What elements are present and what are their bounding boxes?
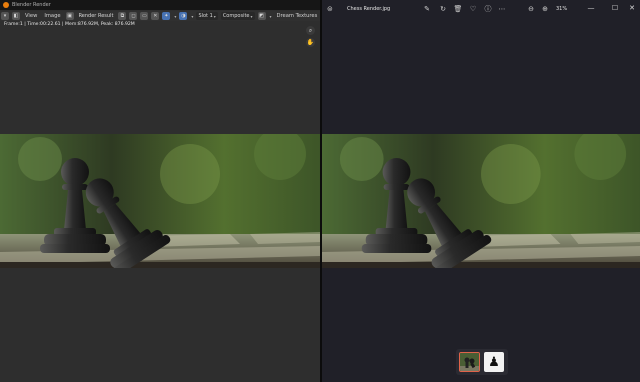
image-editor-header: ▾ ◧ View Image ▣ Render Result ⧉ ◻ ▭ ✕ ✦…: [0, 11, 320, 21]
chevron-down-icon[interactable]: ▾: [174, 14, 176, 19]
menu-image[interactable]: Image: [42, 12, 62, 20]
chevron-down-icon: ▾: [213, 13, 216, 19]
chevron-down-icon: ▾: [250, 13, 253, 19]
render-image: [0, 134, 320, 268]
thumbnail-pawn[interactable]: ♟: [484, 352, 504, 372]
filmstrip: ♟: [456, 349, 508, 375]
chess-photo-picture: [322, 134, 640, 268]
render-stats: Frame:1 | Time:00:22.61 | Mem:876.92M, P…: [4, 22, 135, 27]
slot-dropdown[interactable]: Slot 1 ▾: [196, 12, 218, 20]
alpha-display-icon[interactable]: ◩: [257, 12, 266, 20]
dream-textures-tab[interactable]: Dream Textures: [275, 12, 320, 20]
pawn-icon: ♟: [488, 354, 500, 370]
more-icon[interactable]: ⋯: [497, 4, 507, 14]
photos-title-bar: ⊜ Chess Render.jpg ✎ ↻ 🗑 ♡ ⓘ ⋯ ⊖ ⊕ 31% —…: [322, 0, 640, 18]
view-mode-icon[interactable]: ◧: [12, 12, 20, 20]
pass-dropdown-label: Composite: [222, 13, 250, 19]
zoom-in-icon[interactable]: ⊕: [540, 4, 550, 14]
blender-render-window: Blender Render ▾ ◧ View Image ▣ Render R…: [0, 0, 320, 382]
thumbnail-chess-render[interactable]: [459, 352, 480, 372]
new-image-icon[interactable]: ◻: [129, 12, 138, 20]
chevron-down-icon[interactable]: ▾: [270, 14, 272, 19]
blender-logo-icon: [3, 2, 9, 8]
pan-hand-icon[interactable]: ✋: [306, 38, 315, 47]
zoom-icon[interactable]: ⌕: [306, 26, 315, 35]
photo-file-name: Chess Render.jpg: [347, 6, 391, 12]
photos-app-icon[interactable]: ⊜: [327, 5, 335, 13]
menu-view[interactable]: View: [23, 12, 39, 20]
minimize-icon[interactable]: —: [586, 3, 596, 13]
close-image-icon[interactable]: ✕: [151, 12, 160, 20]
maximize-icon[interactable]: ☐: [610, 3, 620, 13]
pass-dropdown[interactable]: Composite ▾: [220, 12, 255, 20]
photo-display: [322, 134, 640, 268]
display-channels-icon[interactable]: ◑: [179, 12, 188, 20]
slot-dropdown-label: Slot 1: [198, 13, 213, 19]
info-icon[interactable]: ⓘ: [483, 4, 493, 14]
chess-render-picture: [0, 134, 320, 268]
thumbnail-picture: [460, 353, 479, 371]
close-icon[interactable]: ✕: [627, 3, 637, 13]
editor-type-icon[interactable]: ▾: [1, 12, 9, 20]
blender-window-title: Blender Render: [12, 2, 51, 8]
sample-tool-icon[interactable]: ✦: [162, 12, 171, 20]
render-result-field[interactable]: Render Result: [77, 12, 116, 20]
blender-title-bar: Blender Render: [0, 0, 320, 10]
rotate-icon[interactable]: ↻: [438, 4, 448, 14]
favorite-icon[interactable]: ♡: [468, 4, 478, 14]
zoom-out-icon[interactable]: ⊖: [526, 4, 536, 14]
edit-icon[interactable]: ✎: [422, 4, 432, 14]
open-folder-icon[interactable]: ▭: [140, 12, 149, 20]
delete-icon[interactable]: 🗑: [453, 4, 463, 14]
zoom-level: 31%: [556, 6, 568, 12]
chevron-down-icon[interactable]: ▾: [191, 14, 193, 19]
copy-icon[interactable]: ⧉: [118, 12, 127, 20]
image-browse-icon[interactable]: ▣: [65, 12, 74, 20]
